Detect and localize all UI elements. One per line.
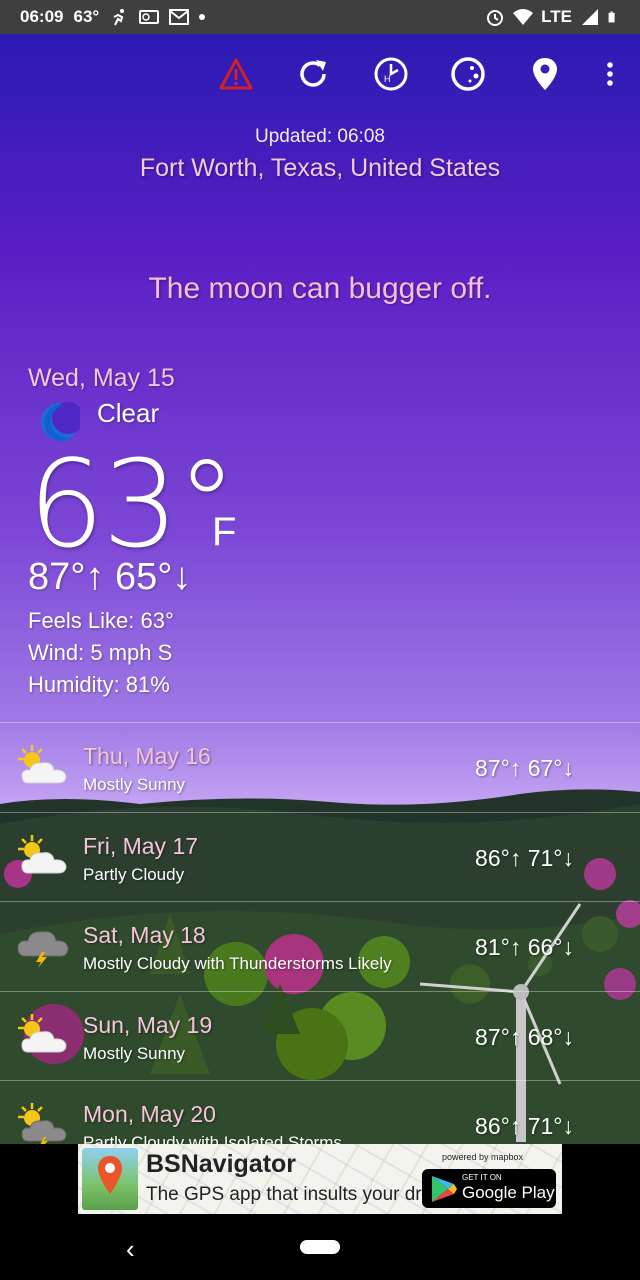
gmail-icon xyxy=(169,9,190,25)
updated-time: Updated: 06:08 xyxy=(255,126,385,147)
network-type: LTE xyxy=(541,7,572,26)
ad-subtitle: The GPS app that insults your driving. xyxy=(146,1184,466,1205)
forecast-description: Mostly Cloudy with Thunderstorms Likely xyxy=(83,954,392,973)
history-button[interactable]: H xyxy=(371,54,411,94)
status-bar: 06:09 63° LTE xyxy=(0,0,640,34)
refresh-icon xyxy=(300,60,326,87)
high-low-temps: 87°↑ 65°↓ xyxy=(28,556,192,598)
refresh-button[interactable] xyxy=(293,54,333,94)
forecast-temps: 86°↑ 71°↓ xyxy=(475,1113,574,1139)
forecast-day: Mon, May 20 xyxy=(83,1101,216,1127)
weather-main: H Updated: 06:08 Fort Worth, Texas, Unit… xyxy=(0,34,640,1144)
notification-dot-icon xyxy=(199,14,206,20)
warning-icon xyxy=(219,58,253,90)
back-icon[interactable]: ‹ xyxy=(126,1234,135,1265)
forecast-day: Sat, May 18 xyxy=(83,922,206,948)
current-temperature: 63° xyxy=(28,436,237,575)
signal-icon xyxy=(582,9,598,25)
svg-text:H: H xyxy=(384,74,391,84)
forecast-temps: 87°↑ 67°↓ xyxy=(475,755,574,781)
forecast-row[interactable]: Thu, May 16 Mostly Sunny 87°↑ 67°↓ xyxy=(0,723,640,812)
forecast-temps: 81°↑ 66°↓ xyxy=(475,934,574,960)
humidity: Humidity: 81% xyxy=(28,672,170,697)
forecast-row[interactable]: Fri, May 17 Partly Cloudy 86°↑ 71°↓ xyxy=(0,813,640,902)
map-pin-icon xyxy=(98,1156,122,1194)
status-time: 06:09 xyxy=(20,7,64,26)
temperature-unit[interactable]: F xyxy=(212,510,236,555)
overflow-menu-button[interactable] xyxy=(590,54,630,94)
navigation-bar: ‹ xyxy=(0,1220,640,1280)
outlook-icon xyxy=(139,10,160,24)
feels-like: Feels Like: 63° xyxy=(28,608,174,633)
forecast-temps: 86°↑ 71°↓ xyxy=(475,845,574,871)
ad-area: BSNavigator The GPS app that insults you… xyxy=(0,1144,640,1220)
forecast-description: Mostly Sunny xyxy=(83,1044,186,1063)
ad-powered-by: powered by mapbox xyxy=(442,1152,524,1162)
forecast-description: Mostly Sunny xyxy=(83,775,186,794)
history-icon: H xyxy=(374,57,408,91)
forecast-row[interactable]: Sat, May 18 Mostly Cloudy with Thunderst… xyxy=(0,902,640,991)
moon-phase-button[interactable] xyxy=(448,54,488,94)
app-logo xyxy=(82,1148,138,1210)
forecast-row[interactable]: Sun, May 19 Mostly Sunny 87°↑ 68°↓ xyxy=(0,992,640,1081)
partly-cloudy-icon xyxy=(18,835,67,874)
current-condition: Clear xyxy=(97,398,160,428)
toolbar: H xyxy=(0,54,640,94)
sun-storm-icon xyxy=(18,1103,67,1144)
overflow-menu-icon xyxy=(607,62,613,86)
home-pill[interactable] xyxy=(300,1240,340,1254)
thunderstorm-icon xyxy=(17,931,69,968)
google-play-button[interactable]: GET IT ON Google Play xyxy=(422,1169,556,1208)
location-button[interactable] xyxy=(525,54,565,94)
status-temp: 63° xyxy=(73,7,100,26)
forecast-day: Sun, May 19 xyxy=(83,1012,213,1038)
current-date: Wed, May 15 xyxy=(28,364,175,392)
running-icon xyxy=(113,9,125,26)
forecast-description: Partly Cloudy with Isolated Storms xyxy=(83,1133,342,1144)
forecast-day: Thu, May 16 xyxy=(83,743,211,769)
ad-title: BSNavigator xyxy=(146,1150,297,1178)
wifi-icon xyxy=(513,9,534,25)
wind: Wind: 5 mph S xyxy=(28,640,173,665)
forecast-day: Fri, May 17 xyxy=(83,833,199,859)
forecast-row[interactable]: Mon, May 20 Partly Cloudy with Isolated … xyxy=(0,1081,640,1144)
location-name[interactable]: Fort Worth, Texas, United States xyxy=(0,154,640,183)
partly-sunny-icon xyxy=(18,1014,67,1053)
moon-phase-icon xyxy=(451,57,485,91)
forecast-temps: 87°↑ 68°↓ xyxy=(475,1024,574,1050)
warning-button[interactable] xyxy=(216,54,256,94)
store-big-text: Google Play xyxy=(462,1183,555,1202)
ad-banner[interactable]: BSNavigator The GPS app that insults you… xyxy=(78,1144,562,1214)
google-play-icon xyxy=(432,1176,457,1202)
store-small-text: GET IT ON xyxy=(462,1173,502,1182)
forecast-description: Partly Cloudy xyxy=(83,865,185,884)
snark-message: The moon can bugger off. xyxy=(148,272,492,305)
partly-sunny-icon xyxy=(18,745,67,784)
alarm-icon xyxy=(487,10,504,26)
battery-icon xyxy=(608,11,615,23)
location-pin-icon xyxy=(533,58,557,90)
